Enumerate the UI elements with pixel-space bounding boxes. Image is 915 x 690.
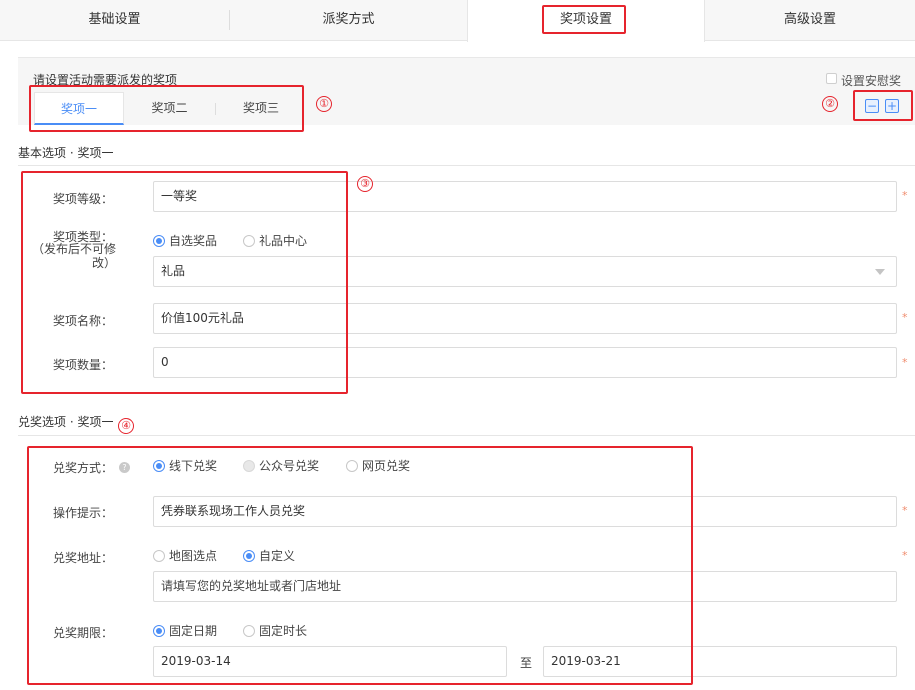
annotation-box-add-remove (853, 90, 913, 121)
annotation-marker-3: ③ (357, 176, 373, 192)
tab-award-method[interactable]: 派奖方式 (230, 0, 467, 40)
redeem-options-title: 兑奖选项 · 奖项一 (18, 415, 114, 429)
top-tab-bar: 基础设置 派奖方式 奖项设置 高级设置 (0, 0, 915, 42)
consolation-checkbox[interactable] (826, 73, 837, 84)
annotation-marker-1: ① (316, 96, 332, 112)
required-mark: * (902, 549, 908, 562)
annotation-box-redeem-options (27, 446, 693, 685)
required-mark: * (902, 356, 908, 369)
required-mark: * (902, 311, 908, 324)
basic-divider (18, 165, 915, 166)
tab-basic-settings[interactable]: 基础设置 (0, 0, 229, 40)
annotation-marker-4: ④ (118, 418, 134, 434)
redeem-divider (18, 435, 915, 436)
required-mark: * (902, 189, 908, 202)
tab-advanced-settings[interactable]: 高级设置 (705, 0, 915, 40)
consolation-label: 设置安慰奖 (841, 74, 902, 88)
annotation-box-prize-tab (542, 5, 626, 34)
annotation-marker-2: ② (822, 96, 838, 112)
chevron-down-icon (875, 269, 885, 275)
annotation-box-sub-tabs (29, 85, 304, 132)
basic-options-title: 基本选项 · 奖项一 (18, 146, 114, 160)
annotation-box-basic-options (21, 171, 348, 394)
required-mark: * (902, 504, 908, 517)
